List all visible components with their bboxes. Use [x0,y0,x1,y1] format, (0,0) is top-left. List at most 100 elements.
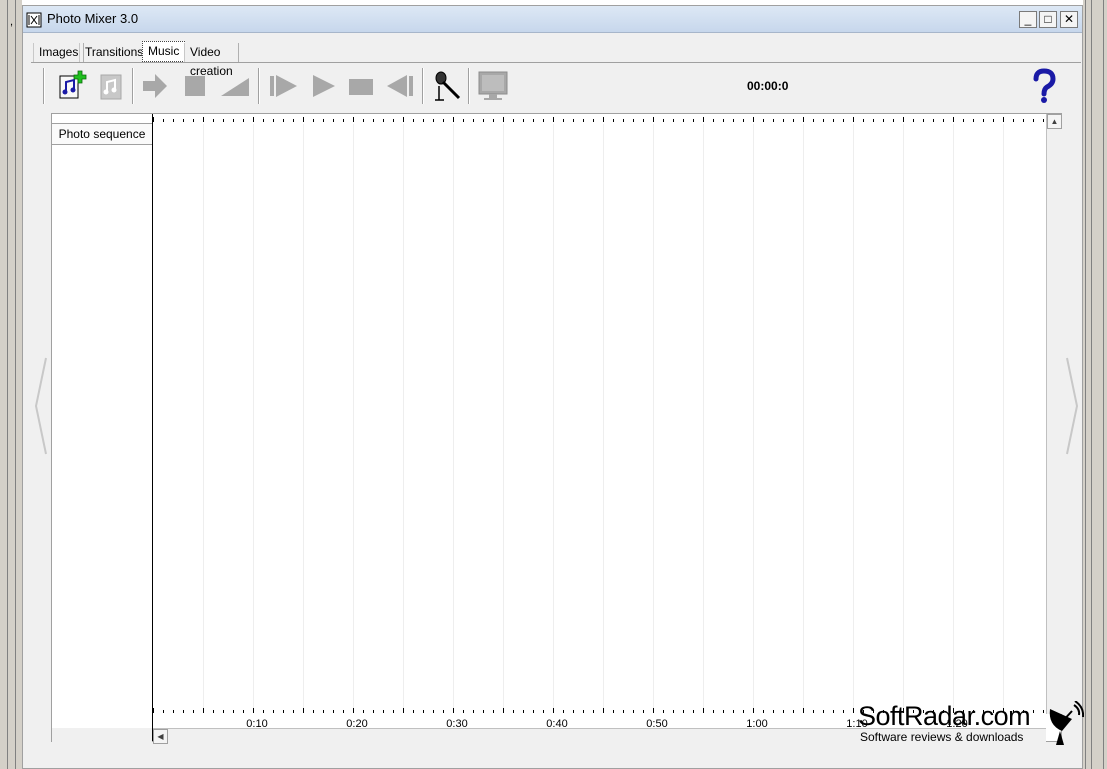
grid-line [803,124,804,710]
arrow-right-icon[interactable] [139,70,171,102]
title-bar[interactable]: Photo Mixer 3.0 _ □ ✕ [23,6,1082,33]
ruler-tick [633,710,634,713]
ruler-tick [633,119,634,122]
ruler-tick [283,710,284,713]
maximize-button[interactable]: □ [1039,11,1057,28]
ruler-tick [503,708,504,713]
next-arrow-icon[interactable] [1065,356,1079,456]
ruler-tick [473,710,474,713]
tab-video-creation[interactable]: Video creation [184,43,239,78]
ruler-tick [573,119,574,122]
ruler-tick [353,708,354,713]
ruler-tick [623,119,624,122]
scroll-up-button[interactable]: ▲ [1047,114,1062,129]
background-left-panel: , [0,0,22,769]
ruler-tick [433,710,434,713]
ruler-tick [523,119,524,122]
grid-line [203,124,204,710]
ruler-tick [373,119,374,122]
ruler-tick [523,710,524,713]
ruler-tick [763,710,764,713]
ruler-tick [893,119,894,122]
ruler-tick [733,119,734,122]
grid-line [603,124,604,710]
ruler-tick [203,117,204,122]
ruler-tick [453,708,454,713]
tab-images[interactable]: Images [33,43,85,62]
ruler-tick [993,119,994,122]
softradar-watermark: SoftRadar.com Software reviews & downloa… [858,701,1088,747]
ruler-tick [203,708,204,713]
ruler-tick [263,119,264,122]
ruler-tick [433,119,434,122]
ruler-tick [533,119,534,122]
ruler-tick [723,710,724,713]
ruler-tick [293,119,294,122]
volume-ramp-icon[interactable] [219,70,251,102]
window-title: Photo Mixer 3.0 [47,11,139,26]
main-window: Photo Mixer 3.0 _ □ ✕ Images Transitions… [22,5,1083,769]
ruler-tick [333,119,334,122]
timeline-track-area[interactable] [153,124,1046,710]
ruler-tick [813,710,814,713]
ruler-tick [583,119,584,122]
ruler-tick [1043,119,1044,122]
rewind-icon[interactable] [384,70,416,102]
ruler-tick [913,119,914,122]
previous-arrow-icon[interactable] [34,356,48,456]
grid-line [403,124,404,710]
ruler-tick [173,119,174,122]
music-file-icon[interactable] [95,70,127,102]
ruler-tick [953,117,954,122]
tab-transitions[interactable]: Transitions [79,43,150,62]
stop-square-icon[interactable] [179,70,211,102]
close-button[interactable]: ✕ [1060,11,1078,28]
ruler-tick [773,119,774,122]
ruler-tick [1023,119,1024,122]
ruler-tick [383,710,384,713]
ruler-tick [853,708,854,713]
ruler-tick [663,710,664,713]
ruler-tick [493,710,494,713]
monitor-icon[interactable] [477,70,509,102]
grid-line [953,124,954,710]
ruler-tick [483,119,484,122]
ruler-tick [603,708,604,713]
play-icon[interactable] [307,70,339,102]
minimize-button[interactable]: _ [1019,11,1037,28]
tab-music[interactable]: Music [142,41,186,62]
ruler-tick [343,710,344,713]
ruler-tick [643,710,644,713]
ruler-tick [443,119,444,122]
ruler-tick [273,710,274,713]
ruler-tick [693,710,694,713]
ruler-tick [583,710,584,713]
ruler-tick [403,117,404,122]
ruler-tick [363,710,364,713]
ruler-tick [803,117,804,122]
ruler-tick [493,119,494,122]
ruler-tick [713,119,714,122]
add-music-icon[interactable] [55,70,87,102]
play-from-start-icon[interactable] [267,70,299,102]
watermark-subtitle: Software reviews & downloads [860,730,1024,744]
stop-icon[interactable] [345,70,377,102]
ruler-tick [753,708,754,713]
scroll-left-button[interactable]: ◀ [153,729,168,744]
ruler-tick [483,710,484,713]
grid-line [303,124,304,710]
help-question-icon[interactable] [1031,68,1057,104]
ruler-tick [393,710,394,713]
ruler-tick [553,117,554,122]
microphone-icon[interactable] [431,70,463,102]
ruler-tick [733,710,734,713]
ruler-tick [793,119,794,122]
ruler-tick [803,708,804,713]
ruler-tick [163,710,164,713]
ruler-tick [743,119,744,122]
vertical-scrollbar[interactable]: ▲ [1046,114,1064,714]
ruler-tick [673,710,674,713]
ruler-tick [253,117,254,122]
grid-line [453,124,454,710]
ruler-tick [323,710,324,713]
